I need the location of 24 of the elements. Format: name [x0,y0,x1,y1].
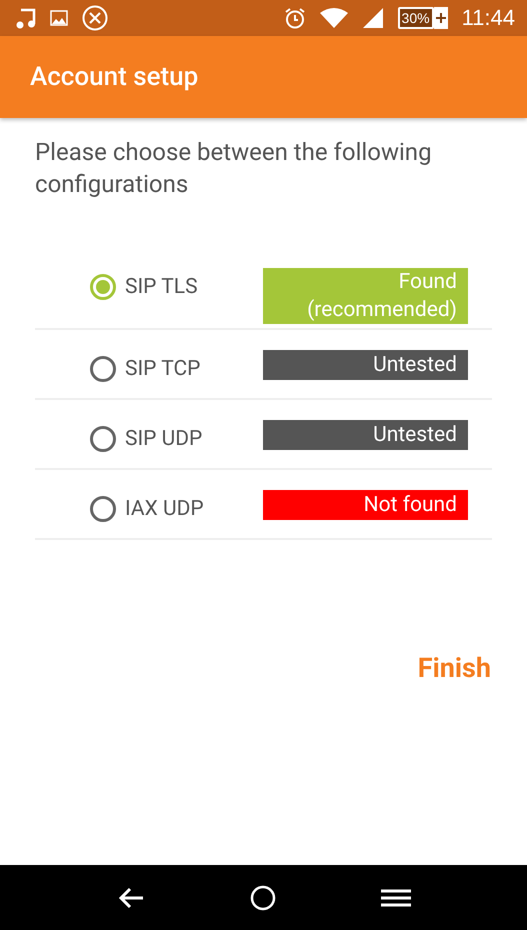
close-circle-icon [82,5,108,31]
screen-title: Account setup [30,62,198,92]
image-icon [50,10,68,26]
cell-signal-icon [362,7,384,29]
alarm-clock-icon [284,7,306,29]
radio-button[interactable] [90,426,116,452]
clock-time: 11:44 [462,5,515,31]
radio-option[interactable]: SIP TLS [90,270,263,304]
radio-option[interactable]: IAX UDP [90,492,263,526]
status-badge: Found (recommended) [263,268,468,324]
menu-button[interactable] [380,888,410,908]
music-note-icon [16,7,36,29]
radio-button[interactable] [90,274,116,300]
status-badge: Untested [263,420,468,450]
radio-button[interactable] [90,356,116,382]
status-badge: Not found [263,490,468,520]
radio-button[interactable] [90,496,116,522]
wifi-icon [320,7,348,29]
radio-option[interactable]: SIP TCP [90,352,263,386]
radio-option[interactable]: SIP UDP [90,422,263,456]
back-button[interactable] [116,886,144,910]
instruction-text: Please choose between the following configurations [35,137,433,200]
status-badge: Untested [263,350,468,380]
home-button[interactable] [250,884,276,910]
